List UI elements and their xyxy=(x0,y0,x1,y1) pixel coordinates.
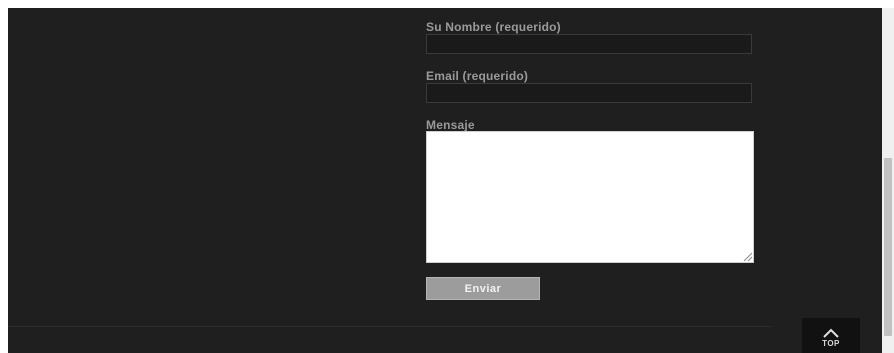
back-to-top-label: TOP xyxy=(822,339,840,348)
scrollbar[interactable] xyxy=(882,8,894,353)
email-input[interactable] xyxy=(426,83,752,103)
message-label: Mensaje xyxy=(426,118,475,132)
submit-button[interactable]: Enviar xyxy=(426,277,540,300)
email-label: Email (requerido) xyxy=(426,69,529,83)
chevron-up-icon xyxy=(823,328,839,338)
resize-handle-icon[interactable] xyxy=(742,251,752,261)
content-area: Su Nombre (requerido) Email (requerido) … xyxy=(8,8,882,353)
scrollbar-thumb[interactable] xyxy=(884,158,892,336)
name-input[interactable] xyxy=(426,34,752,54)
back-to-top-button[interactable]: TOP xyxy=(802,318,860,353)
name-label: Su Nombre (requerido) xyxy=(426,20,561,34)
message-textarea[interactable] xyxy=(426,131,754,263)
footer-divider xyxy=(8,326,772,327)
